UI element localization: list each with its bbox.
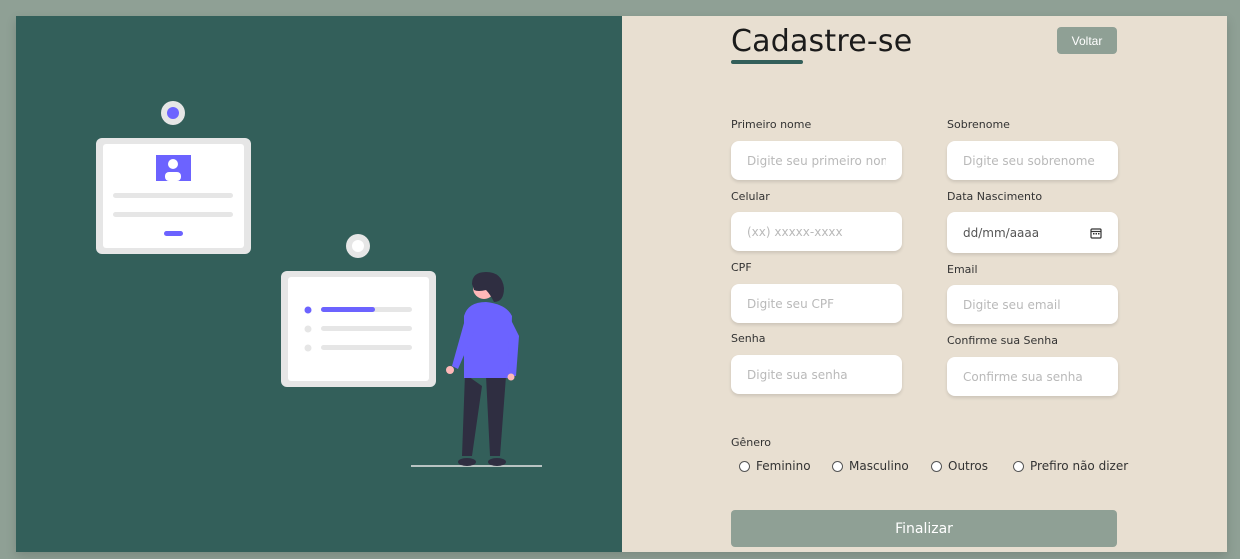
person-illustration (446, 272, 519, 466)
illustration (96, 101, 542, 467)
birth-date-value: dd/mm/aaaa (963, 225, 1040, 240)
last-name-field[interactable] (947, 141, 1118, 180)
last-name-input[interactable] (963, 153, 1102, 168)
first-name-field[interactable] (731, 141, 902, 180)
birth-date-field[interactable]: dd/mm/aaaa (947, 212, 1118, 253)
radio-button[interactable] (1013, 460, 1024, 472)
radio-button[interactable] (832, 460, 843, 472)
password-input[interactable] (747, 367, 886, 382)
radio-button[interactable] (931, 460, 942, 472)
cpf-label: CPF (731, 261, 752, 274)
first-name-input[interactable] (747, 153, 886, 168)
radio-button[interactable] (739, 460, 750, 472)
gender-label: Gênero (731, 436, 772, 449)
confirm-password-label: Confirme sua Senha (947, 334, 1058, 347)
first-name-label: Primeiro nome (731, 118, 812, 131)
birth-date-label: Data Nascimento (947, 190, 1043, 203)
password-field[interactable] (731, 355, 902, 394)
confirm-password-input[interactable] (963, 369, 1102, 384)
email-field[interactable] (947, 285, 1118, 324)
gender-option-feminino[interactable]: Feminino (739, 459, 811, 473)
gender-option-prefiro-nao-dizer[interactable]: Prefiro não dizer (1013, 459, 1128, 473)
illustration-panel (16, 16, 622, 552)
page-title: Cadastre-se (731, 24, 913, 59)
gender-option-masculino[interactable]: Masculino (832, 459, 909, 473)
confirm-password-field[interactable] (947, 357, 1118, 396)
back-button[interactable]: Voltar (1057, 27, 1117, 54)
phone-input[interactable] (747, 224, 886, 239)
form-panel: Cadastre-se Voltar Primeiro nome Sobreno… (622, 16, 1227, 552)
email-input[interactable] (963, 297, 1102, 312)
phone-label: Celular (731, 190, 770, 203)
cpf-input[interactable] (747, 296, 886, 311)
phone-field[interactable] (731, 212, 902, 251)
email-label: Email (947, 263, 978, 276)
gender-option-outros[interactable]: Outros (931, 459, 988, 473)
title-underline (731, 60, 803, 64)
last-name-label: Sobrenome (947, 118, 1010, 131)
signup-card: Cadastre-se Voltar Primeiro nome Sobreno… (16, 16, 1227, 552)
password-label: Senha (731, 332, 766, 345)
cpf-field[interactable] (731, 284, 902, 323)
finalize-button[interactable]: Finalizar (731, 510, 1117, 547)
calendar-icon[interactable] (1090, 227, 1102, 239)
